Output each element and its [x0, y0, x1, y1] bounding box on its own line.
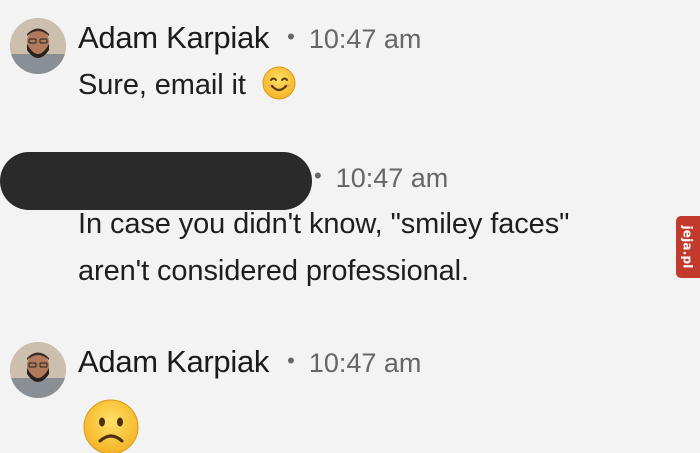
smiling-face-emoji-icon [262, 66, 296, 100]
frowning-face-emoji-icon [82, 398, 140, 453]
avatar-photo-icon [10, 18, 66, 74]
separator-dot: • [287, 24, 295, 49]
message-text-line-2: aren't considered professional. [78, 255, 469, 287]
sender-name[interactable]: Adam Karpiak [78, 344, 269, 380]
timestamp: 10:47 am [335, 163, 449, 193]
message-header: • 10:47 am [314, 163, 448, 194]
sender-name[interactable]: Adam Karpiak [78, 20, 269, 56]
watermark-text: jeja.pl [681, 225, 695, 269]
chat-screen: Adam Karpiak • 10:47 am Sure, email it •… [0, 0, 700, 453]
avatar-photo-icon [10, 342, 66, 398]
separator-dot: • [314, 163, 322, 188]
message-header: Adam Karpiak • 10:47 am [78, 20, 421, 56]
avatar[interactable] [10, 18, 66, 74]
message-text: Sure, email it [78, 62, 296, 109]
message-text [78, 398, 139, 453]
message-header: Adam Karpiak • 10:47 am [78, 344, 421, 380]
timestamp: 10:47 am [308, 348, 422, 378]
message-text-line-1: In case you didn't know, "smiley faces" [78, 208, 570, 240]
timestamp: 10:47 am [308, 24, 422, 54]
watermark-badge: jeja.pl [676, 216, 700, 278]
message-text: In case you didn't know, "smiley faces" … [78, 201, 569, 295]
separator-dot: • [287, 348, 295, 373]
avatar[interactable] [10, 342, 66, 398]
message-text-content: Sure, email it [78, 69, 246, 101]
